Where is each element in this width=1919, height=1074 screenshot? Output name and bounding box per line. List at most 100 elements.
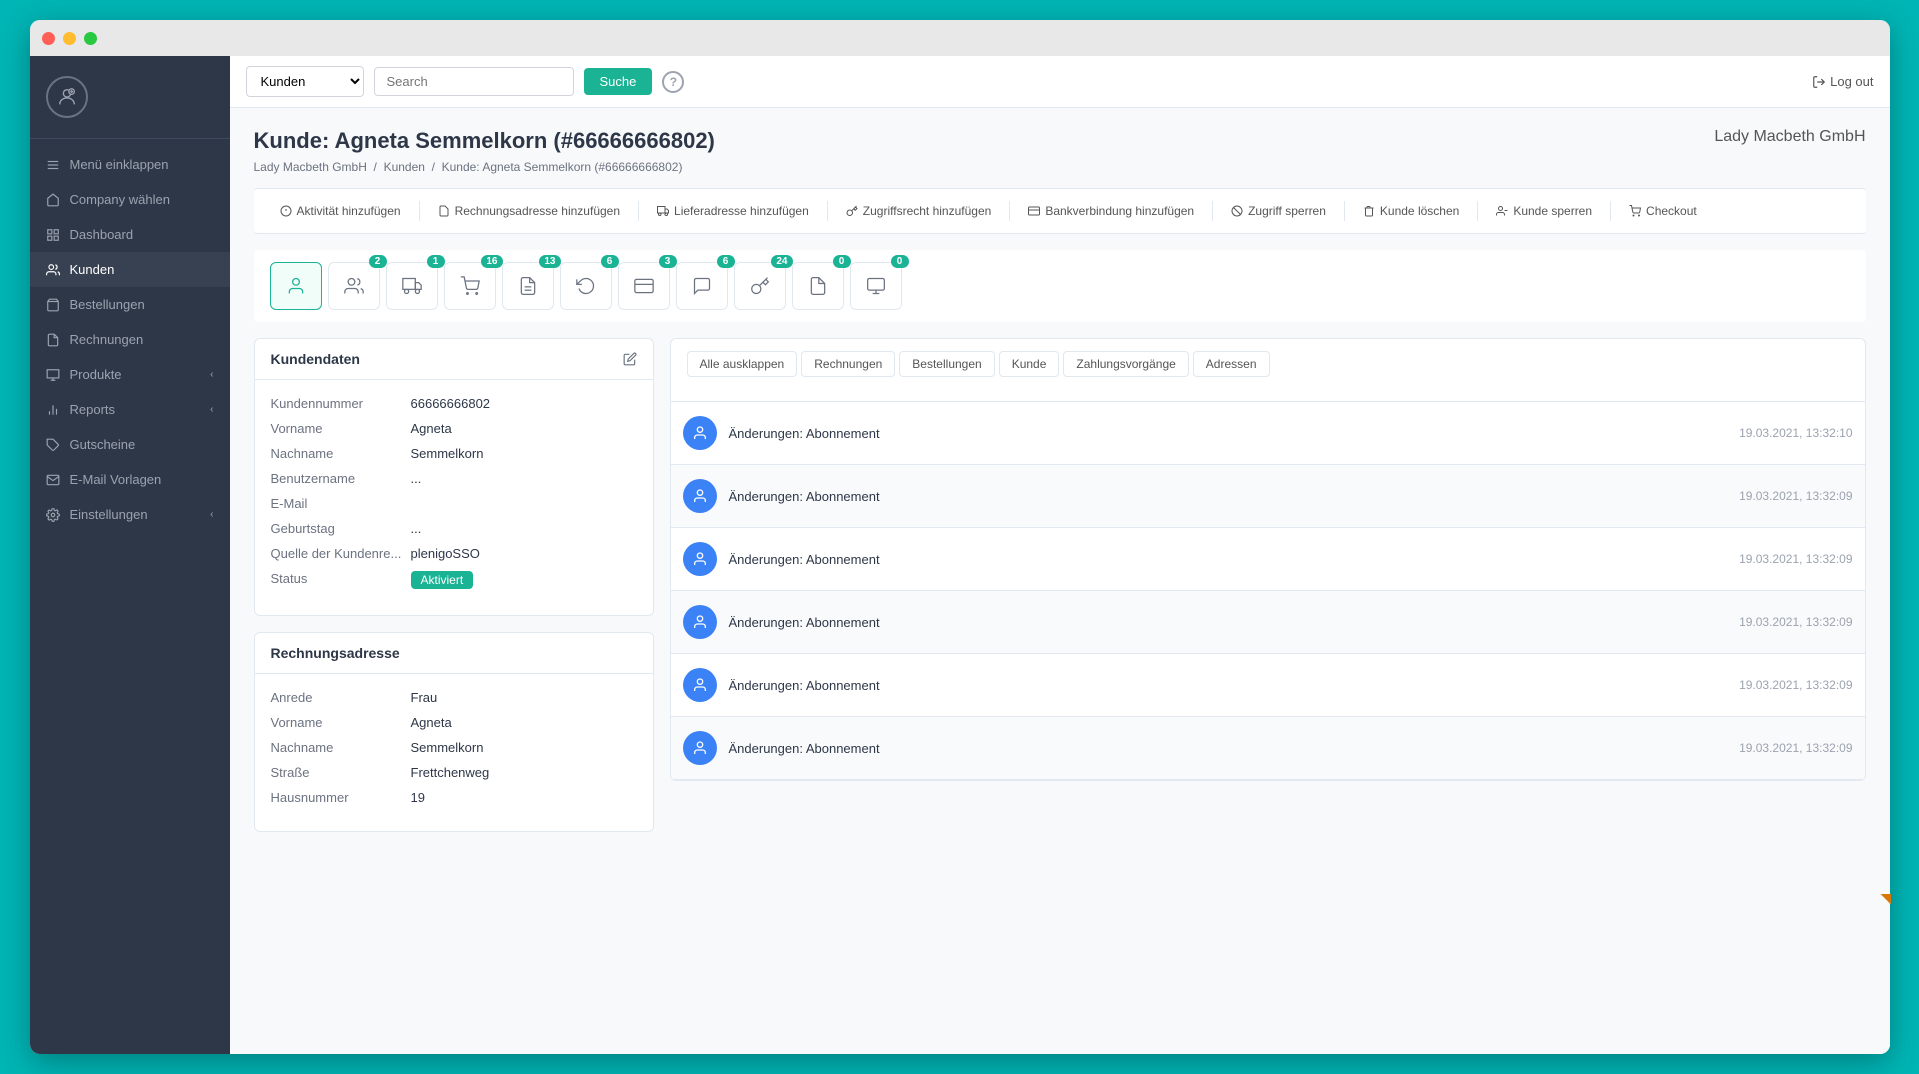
filter-zahlungen[interactable]: Zahlungsvorgänge: [1063, 351, 1188, 377]
field-label-hausnummer: Hausnummer: [271, 790, 411, 805]
field-label-geburtstag: Geburtstag: [271, 521, 411, 536]
edit-icon[interactable]: [623, 352, 637, 366]
block-access-label: Zugriff sperren: [1248, 204, 1326, 218]
tab-user[interactable]: [270, 262, 322, 310]
tab-invoices[interactable]: 13: [502, 262, 554, 310]
add-shipping-button[interactable]: Lieferadresse hinzufügen: [647, 199, 819, 223]
tab-messages[interactable]: 6: [676, 262, 728, 310]
filter-rechnungen[interactable]: Rechnungen: [801, 351, 895, 377]
field-value-vorname: Agneta: [411, 421, 452, 436]
help-icon[interactable]: ?: [662, 71, 684, 93]
filter-adressen[interactable]: Adressen: [1193, 351, 1270, 377]
field-label-status: Status: [271, 571, 411, 586]
activity-text-5: Änderungen: Abonnement: [729, 678, 1728, 693]
field-label-bill-nachname: Nachname: [271, 740, 411, 755]
activity-filter-bar: Alle ausklappen Rechnungen Bestellungen …: [671, 339, 1865, 402]
tab-devices[interactable]: 0: [850, 262, 902, 310]
tab-access-badge: 24: [771, 255, 792, 268]
delete-customer-button[interactable]: Kunde löschen: [1353, 199, 1469, 223]
tab-subscriptions[interactable]: 6: [560, 262, 612, 310]
sidebar-item-email-vorlagen[interactable]: E-Mail Vorlagen: [30, 462, 230, 497]
field-label-email: E-Mail: [271, 496, 411, 511]
sep4: [1009, 201, 1010, 221]
customer-data-card: Kundendaten Kundennummer 66666666802: [254, 338, 654, 616]
search-button[interactable]: Suche: [584, 68, 653, 95]
app-window: Benutzer Name ▾ Menü einklappen Company …: [30, 20, 1890, 1054]
company-label: Company wählen: [70, 192, 170, 207]
maximize-dot[interactable]: [84, 32, 97, 45]
tab-contacts[interactable]: 2: [328, 262, 380, 310]
activity-list: Änderungen: Abonnement 19.03.2021, 13:32…: [671, 402, 1865, 780]
activity-time-1: 19.03.2021, 13:32:10: [1739, 426, 1852, 440]
field-kundennummer: Kundennummer 66666666802: [271, 396, 637, 411]
tab-docs[interactable]: 0: [792, 262, 844, 310]
tab-shipping[interactable]: 1: [386, 262, 438, 310]
sidebar-item-company[interactable]: Company wählen: [30, 182, 230, 217]
field-strasse: Straße Frettchenweg: [271, 765, 637, 780]
page-title: Kunde: Agneta Semmelkorn (#66666666802): [254, 128, 715, 154]
activity-text-1: Änderungen: Abonnement: [729, 426, 1728, 441]
customer-data-body: Kundennummer 66666666802 Vorname Agneta …: [255, 380, 653, 615]
add-activity-button[interactable]: Aktivität hinzufügen: [270, 199, 411, 223]
field-label-anrede: Anrede: [271, 690, 411, 705]
checkout-button[interactable]: Checkout: [1619, 199, 1707, 223]
breadcrumb: Lady Macbeth GmbH / Kunden / Kunde: Agne…: [254, 160, 1866, 174]
logout-button[interactable]: Log out: [1812, 74, 1873, 89]
field-value-benutzername: ...: [411, 471, 422, 486]
tab-payments[interactable]: 3: [618, 262, 670, 310]
activity-avatar-2: [683, 479, 717, 513]
breadcrumb-company[interactable]: Lady Macbeth GmbH: [254, 160, 367, 174]
tab-access[interactable]: 24: [734, 262, 786, 310]
field-geburtstag: Geburtstag ...: [271, 521, 637, 536]
field-status: Status Aktiviert: [271, 571, 637, 589]
sep2: [638, 201, 639, 221]
user-info: user@example.com admin name: [1620, 75, 1796, 89]
field-value-nachname: Semmelkorn: [411, 446, 484, 461]
billing-address-body: Anrede Frau Vorname Agneta Nachname Semm…: [255, 674, 653, 831]
add-bank-button[interactable]: Bankverbindung hinzufügen: [1018, 199, 1204, 223]
block-access-button[interactable]: Zugriff sperren: [1221, 199, 1336, 223]
sidebar-item-dashboard[interactable]: Dashboard: [30, 217, 230, 252]
reports-label: Reports: [70, 402, 116, 417]
rechnungen-label: Rechnungen: [70, 332, 144, 347]
close-dot[interactable]: [42, 32, 55, 45]
field-value-kundennummer: 66666666802: [411, 396, 491, 411]
search-input[interactable]: [374, 67, 574, 96]
field-value-quelle: plenigoSSO: [411, 546, 480, 561]
field-value-email: user@domain.example.com: [411, 496, 573, 511]
activity-item: Änderungen: Abonnement 19.03.2021, 13:32…: [671, 717, 1865, 780]
sidebar-item-kunden[interactable]: Kunden: [30, 252, 230, 287]
sidebar-item-rechnungen[interactable]: Rechnungen: [30, 322, 230, 357]
produkte-arrow-icon: ‹: [210, 369, 213, 380]
customer-data-title: Kundendaten: [271, 351, 360, 367]
tab-orders[interactable]: 16: [444, 262, 496, 310]
activity-item: Änderungen: Abonnement 19.03.2021, 13:32…: [671, 465, 1865, 528]
entity-select[interactable]: Kunden Bestellungen Rechnungen: [246, 66, 364, 97]
sep8: [1610, 201, 1611, 221]
activity-time-3: 19.03.2021, 13:32:09: [1739, 552, 1852, 566]
filter-kunde[interactable]: Kunde: [999, 351, 1060, 377]
sidebar-menu-toggle[interactable]: Menü einklappen: [30, 147, 230, 182]
filter-alle[interactable]: Alle ausklappen: [687, 351, 798, 377]
minimize-dot[interactable]: [63, 32, 76, 45]
tab-shipping-badge: 1: [427, 255, 445, 268]
add-billing-button[interactable]: Rechnungsadresse hinzufügen: [428, 199, 630, 223]
add-bank-label: Bankverbindung hinzufügen: [1045, 204, 1194, 218]
sidebar-item-bestellungen[interactable]: Bestellungen: [30, 287, 230, 322]
action-toolbar: Aktivität hinzufügen Rechnungsadresse hi…: [254, 188, 1866, 234]
sidebar-item-einstellungen[interactable]: Einstellungen ‹: [30, 497, 230, 532]
breadcrumb-kunden[interactable]: Kunden: [384, 160, 425, 174]
add-access-button[interactable]: Zugriffsrecht hinzufügen: [836, 199, 1002, 223]
lock-customer-button[interactable]: Kunde sperren: [1486, 199, 1602, 223]
einstellungen-label: Einstellungen: [70, 507, 148, 522]
field-value-hausnummer: 19: [411, 790, 425, 805]
filter-bestellungen[interactable]: Bestellungen: [899, 351, 994, 377]
sidebar-item-gutscheine[interactable]: Gutscheine: [30, 427, 230, 462]
sidebar-item-produkte[interactable]: Produkte ‹: [30, 357, 230, 392]
activity-item: Änderungen: Abonnement 19.03.2021, 13:32…: [671, 528, 1865, 591]
field-hausnummer: Hausnummer 19: [271, 790, 637, 805]
sidebar-logo: Benutzer Name ▾: [30, 56, 230, 139]
field-value-strasse: Frettchenweg: [411, 765, 490, 780]
dashboard-label: Dashboard: [70, 227, 134, 242]
sidebar-item-reports[interactable]: Reports ‹: [30, 392, 230, 427]
